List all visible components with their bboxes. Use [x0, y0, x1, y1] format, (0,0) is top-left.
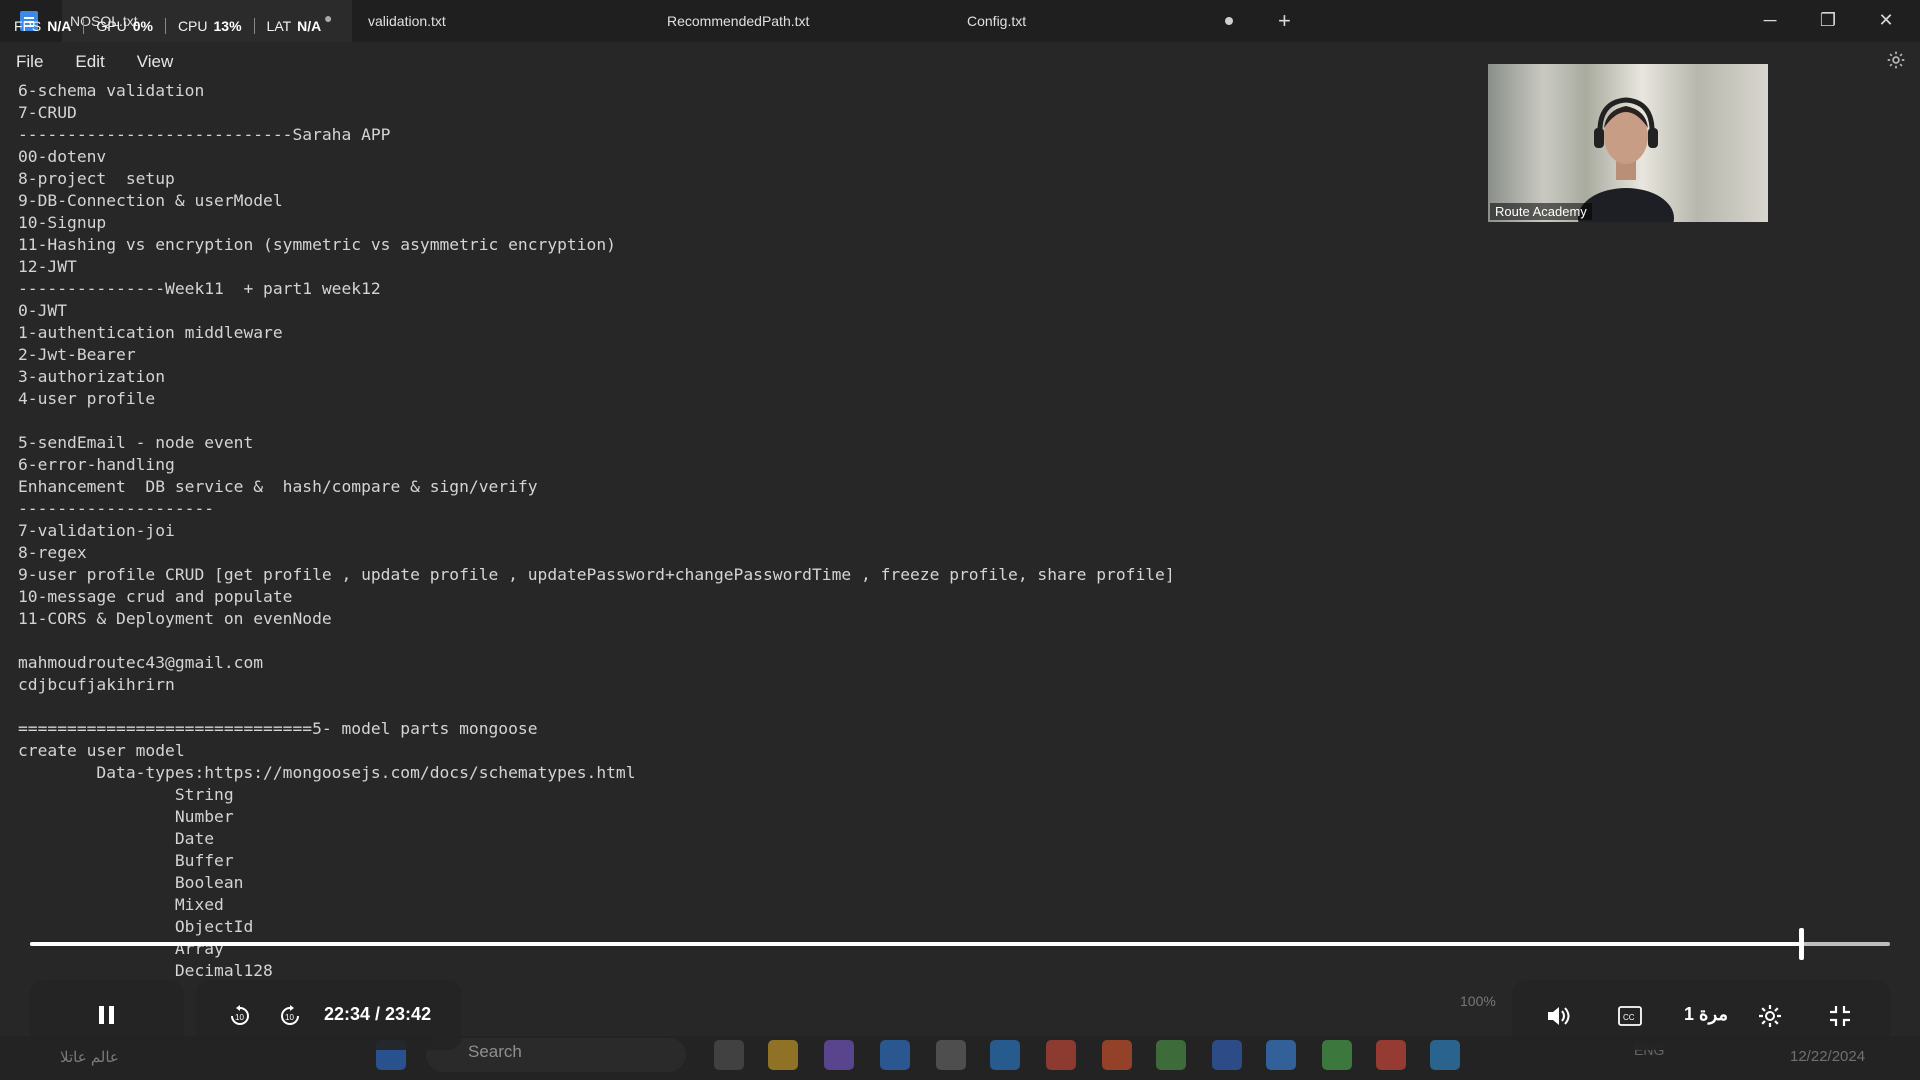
editor-line: Decimal128 [18, 961, 273, 980]
taskview-icon[interactable] [714, 1040, 744, 1070]
playback-time: 22:34 / 23:42 [324, 1004, 432, 1024]
chrome-profile-icon[interactable] [1376, 1040, 1406, 1070]
webcam-label: Route Academy [1490, 203, 1592, 220]
editor-line: Mixed [18, 895, 224, 914]
menu-edit[interactable]: Edit [75, 52, 104, 72]
editor-line: 1-authentication middleware [18, 323, 283, 342]
file-explorer-icon[interactable] [768, 1040, 798, 1070]
pause-icon[interactable] [96, 1004, 118, 1026]
editor-line: 0-JWT [18, 301, 68, 320]
chrome-icon[interactable] [1046, 1040, 1076, 1070]
tab-label: RecommendedPath.txt [667, 13, 810, 29]
volume-icon[interactable] [1546, 1004, 1572, 1028]
postman-icon[interactable] [1102, 1040, 1132, 1070]
store-icon[interactable] [936, 1040, 966, 1070]
editor-line: 12-JWT [18, 257, 77, 276]
editor-line: -------------------- [18, 499, 215, 518]
settings-gear-icon[interactable] [1886, 50, 1906, 70]
cpu-stat: CPU 13% [166, 18, 255, 34]
editor-line: Enhancement DB service & hash/compare & … [18, 477, 538, 496]
mongodb-icon[interactable] [1156, 1040, 1186, 1070]
taskbar-search-placeholder: Search [468, 1042, 522, 1061]
cpu-value: 13% [213, 18, 242, 34]
editor-line: Date [18, 829, 215, 848]
fps-stat: FPS N/A [14, 18, 85, 34]
progress-thumb[interactable] [1798, 928, 1804, 960]
editor-line: 6-error-handling [18, 455, 175, 474]
editor-line: 11-CORS & Deployment on evenNode [18, 609, 332, 628]
minimize-icon[interactable]: ─ [1750, 6, 1790, 34]
progress-fill [30, 942, 1801, 946]
editor-line: cdjbcufjakihrirn [18, 675, 175, 694]
editor-line: 3-authorization [18, 367, 166, 386]
outlook-icon[interactable] [880, 1040, 910, 1070]
editor-line: 11-Hashing vs encryption (symmetric vs a… [18, 235, 616, 254]
captions-icon[interactable]: CC [1618, 1006, 1642, 1026]
editor-line: Number [18, 807, 234, 826]
tab-recommendedpath[interactable]: RecommendedPath.txt [667, 0, 809, 42]
editor-line: 5-sendEmail - node event [18, 433, 254, 452]
svg-text:10: 10 [235, 1013, 244, 1022]
lat-label: LAT [266, 18, 292, 34]
gpu-label: GPU [96, 18, 127, 34]
unsaved-dot-icon[interactable] [1225, 17, 1233, 25]
copilot-icon[interactable] [824, 1040, 854, 1070]
editor-line: create user model [18, 741, 185, 760]
rewind-10-icon[interactable]: 10 [228, 1004, 252, 1028]
editor-line: Buffer [18, 851, 234, 870]
playback-speed[interactable]: 1 مرة [1684, 1004, 1728, 1025]
edge-icon[interactable] [1430, 1040, 1460, 1070]
vscode-icon[interactable] [990, 1040, 1020, 1070]
editor-line: ---------------Week11 + part1 week12 [18, 279, 381, 298]
svg-text:10: 10 [285, 1013, 294, 1022]
fps-value: N/A [47, 18, 72, 34]
editor-line: 7-validation-joi [18, 521, 175, 540]
editor-line: Data-types:https://mongoosejs.com/docs/s… [18, 763, 636, 782]
tab-config[interactable]: Config.txt [967, 0, 1247, 42]
latency-stat: LAT N/A [255, 18, 334, 34]
editor-line: 4-user profile [18, 389, 156, 408]
exit-fullscreen-icon[interactable] [1828, 1004, 1852, 1028]
editor-line: 9-user profile CRUD [get profile , updat… [18, 565, 1175, 584]
new-tab-plus-icon[interactable]: + [1278, 8, 1291, 34]
taskbar-search-box[interactable] [426, 1038, 686, 1072]
chrome-alt-icon[interactable] [1322, 1040, 1352, 1070]
gpu-stat: GPU 0% [84, 18, 166, 34]
editor-line: 2-Jwt-Bearer [18, 345, 136, 364]
tab-validation[interactable]: validation.txt [368, 0, 446, 42]
svg-text:CC: CC [1623, 1013, 1635, 1022]
editor-line: 8-regex [18, 543, 87, 562]
cpu-label: CPU [177, 18, 208, 34]
editor-line: ObjectId [18, 917, 254, 936]
performance-overlay: FPS N/A GPU 0% CPU 13% LAT N/A [14, 18, 333, 34]
zoom-app-icon[interactable] [1212, 1040, 1242, 1070]
close-window-icon[interactable]: ✕ [1866, 6, 1906, 34]
forward-10-icon[interactable]: 10 [278, 1004, 302, 1028]
tab-label: validation.txt [368, 13, 446, 29]
notepad-taskbar-icon[interactable] [1266, 1040, 1296, 1070]
webcam-overlay: Route Academy [1488, 64, 1768, 222]
gpu-value: 0% [132, 18, 153, 34]
editor-line: String [18, 785, 234, 804]
editor-line: ==============================5- model p… [18, 719, 538, 738]
player-settings-icon[interactable] [1758, 1004, 1782, 1028]
restore-icon[interactable]: ❐ [1808, 6, 1848, 34]
editor-line: Boolean [18, 873, 244, 892]
lat-value: N/A [297, 18, 322, 34]
weather-widget: عالم عاتلا [60, 1049, 119, 1066]
menu-view[interactable]: View [137, 52, 174, 72]
menu-file[interactable]: File [16, 52, 43, 72]
zoom-level: 100% [1460, 993, 1496, 1009]
presenter-video-icon [1578, 97, 1674, 222]
taskbar-date: 12/22/2024 [1790, 1048, 1866, 1065]
video-progress-bar[interactable] [30, 928, 1890, 960]
tab-label: Config.txt [967, 13, 1027, 29]
fps-label: FPS [14, 18, 42, 34]
editor-line: 10-message crud and populate [18, 587, 293, 606]
editor-line: mahmoudroutec43@gmail.com [18, 653, 264, 672]
